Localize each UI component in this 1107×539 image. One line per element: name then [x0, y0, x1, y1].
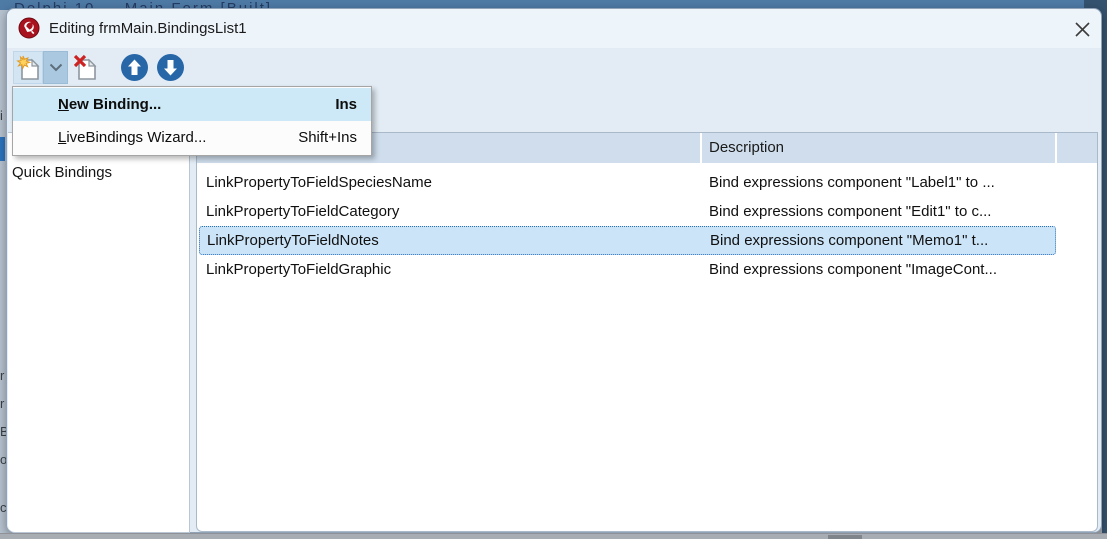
window-title: Editing frmMain.BindingsList1	[49, 9, 247, 49]
move-up-icon	[120, 53, 149, 82]
new-binding-button[interactable]	[13, 51, 43, 84]
backdrop-bottom-strip	[0, 533, 1107, 539]
delphi-icon	[18, 17, 40, 39]
binding-description: Bind expressions component "Label1" to .…	[709, 168, 995, 197]
table-row[interactable]: LinkPropertyToFieldCategory Bind express…	[197, 197, 1097, 226]
backdrop-glyph: r	[0, 396, 4, 411]
column-divider[interactable]	[700, 133, 702, 163]
menu-item-label: New Binding...	[58, 96, 161, 113]
new-binding-dropdown-menu: New Binding... Ins LiveBindings Wizard..…	[12, 86, 372, 156]
column-header-description[interactable]: Description	[709, 133, 784, 163]
menu-item-new-binding[interactable]: New Binding... Ins	[13, 88, 371, 121]
backdrop-glyph: i	[0, 108, 3, 123]
delete-binding-button[interactable]	[70, 51, 100, 84]
binding-name: LinkPropertyToFieldSpeciesName	[206, 168, 432, 197]
column-divider[interactable]	[1055, 133, 1057, 163]
move-down-icon	[156, 53, 185, 82]
binding-description: Bind expressions component "Memo1" t...	[710, 227, 988, 254]
binding-description: Bind expressions component "Edit1" to c.…	[709, 197, 991, 226]
table-row[interactable]: LinkPropertyToFieldSpeciesName Bind expr…	[197, 168, 1097, 197]
binding-name: LinkPropertyToFieldCategory	[206, 197, 399, 226]
backdrop-bottom-fragment	[828, 535, 862, 539]
toolbar	[7, 49, 1101, 87]
binding-description: Bind expressions component "ImageCont...	[709, 255, 997, 284]
move-down-button[interactable]	[155, 51, 185, 84]
menu-shortcut: Shift+Ins	[298, 121, 357, 154]
delete-item-icon	[72, 54, 99, 82]
close-button[interactable]	[1065, 14, 1099, 44]
menu-item-livebindings-wizard[interactable]: LiveBindings Wizard... Shift+Ins	[13, 121, 371, 154]
titlebar[interactable]: Editing frmMain.BindingsList1	[7, 9, 1101, 49]
new-item-icon	[15, 54, 42, 82]
menu-shortcut: Ins	[335, 88, 357, 121]
dropdown-chevron-icon	[49, 63, 63, 72]
menu-item-label: LiveBindings Wizard...	[58, 129, 206, 146]
backdrop-glyph: r	[0, 368, 4, 383]
binding-name: LinkPropertyToFieldNotes	[207, 227, 379, 254]
bindings-listview: Description LinkPropertyToFieldSpeciesNa…	[196, 132, 1098, 532]
binding-name: LinkPropertyToFieldGraphic	[206, 255, 391, 284]
table-row-selected[interactable]: LinkPropertyToFieldNotes Bind expression…	[199, 226, 1056, 255]
backdrop-right-strip	[1102, 0, 1107, 533]
close-icon	[1073, 20, 1092, 39]
move-up-button[interactable]	[119, 51, 149, 84]
categories-panel: Quick Bindings	[8, 132, 190, 533]
table-row[interactable]: LinkPropertyToFieldGraphic Bind expressi…	[197, 255, 1097, 284]
backdrop-selected-bar	[0, 137, 5, 161]
new-binding-dropdown-button[interactable]	[43, 51, 68, 84]
